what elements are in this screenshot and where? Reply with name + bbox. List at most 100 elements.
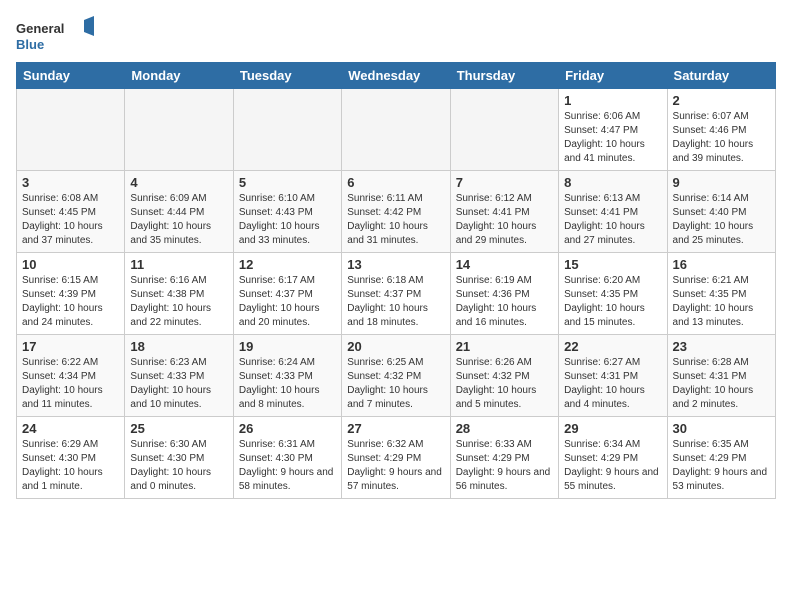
day-number: 8 xyxy=(564,175,661,190)
day-number: 20 xyxy=(347,339,444,354)
svg-text:General: General xyxy=(16,21,64,36)
day-info: Sunrise: 6:12 AM Sunset: 4:41 PM Dayligh… xyxy=(456,192,553,248)
day-info: Sunrise: 6:23 AM Sunset: 4:33 PM Dayligh… xyxy=(130,356,227,412)
weekday-header-wednesday: Wednesday xyxy=(342,63,450,89)
calendar-cell: 21 Sunrise: 6:26 AM Sunset: 4:32 PM Dayli… xyxy=(450,335,558,417)
day-info: Sunrise: 6:27 AM Sunset: 4:31 PM Dayligh… xyxy=(564,356,661,412)
day-number: 1 xyxy=(564,93,661,108)
calendar-cell: 22 Sunrise: 6:27 AM Sunset: 4:31 PM Dayli… xyxy=(559,335,667,417)
day-number: 16 xyxy=(673,257,770,272)
day-info: Sunrise: 6:25 AM Sunset: 4:32 PM Dayligh… xyxy=(347,356,444,412)
weekday-header-tuesday: Tuesday xyxy=(233,63,341,89)
calendar-cell xyxy=(233,89,341,171)
calendar-week-2: 3Sunrise: 6:08 AM Sunset: 4:45 PM Daylig… xyxy=(17,171,776,253)
calendar-cell: 7Sunrise: 6:12 AM Sunset: 4:41 PM Daylig… xyxy=(450,171,558,253)
generalblue-logo: General Blue xyxy=(16,16,96,56)
weekday-header-thursday: Thursday xyxy=(450,63,558,89)
calendar-cell: 28 Sunrise: 6:33 AM Sunset: 4:29 PM Dayli… xyxy=(450,417,558,499)
calendar-cell: 9 Sunrise: 6:14 AM Sunset: 4:40 PM Daylig… xyxy=(667,171,775,253)
calendar-cell: 15 Sunrise: 6:20 AM Sunset: 4:35 PM Dayli… xyxy=(559,253,667,335)
day-number: 15 xyxy=(564,257,661,272)
day-info: Sunrise: 6:24 AM Sunset: 4:33 PM Dayligh… xyxy=(239,356,336,412)
day-info: Sunrise: 6:06 AM Sunset: 4:47 PM Dayligh… xyxy=(564,110,661,166)
calendar-table: SundayMondayTuesdayWednesdayThursdayFrid… xyxy=(16,62,776,499)
day-info: Sunrise: 6:19 AM Sunset: 4:36 PM Dayligh… xyxy=(456,274,553,330)
calendar-cell: 19Sunrise: 6:24 AM Sunset: 4:33 PM Dayli… xyxy=(233,335,341,417)
day-info: Sunrise: 6:31 AM Sunset: 4:30 PM Dayligh… xyxy=(239,438,336,494)
day-number: 27 xyxy=(347,421,444,436)
calendar-cell: 29 Sunrise: 6:34 AM Sunset: 4:29 PM Dayli… xyxy=(559,417,667,499)
day-number: 21 xyxy=(456,339,553,354)
calendar-cell: 13 Sunrise: 6:18 AM Sunset: 4:37 PM Dayli… xyxy=(342,253,450,335)
day-info: Sunrise: 6:22 AM Sunset: 4:34 PM Dayligh… xyxy=(22,356,119,412)
calendar-cell: 24 Sunrise: 6:29 AM Sunset: 4:30 PM Dayli… xyxy=(17,417,125,499)
calendar-cell: 30 Sunrise: 6:35 AM Sunset: 4:29 PM Dayli… xyxy=(667,417,775,499)
calendar-cell: 4 Sunrise: 6:09 AM Sunset: 4:44 PM Daylig… xyxy=(125,171,233,253)
calendar-cell: 25Sunrise: 6:30 AM Sunset: 4:30 PM Dayli… xyxy=(125,417,233,499)
day-number: 23 xyxy=(673,339,770,354)
day-info: Sunrise: 6:16 AM Sunset: 4:38 PM Dayligh… xyxy=(130,274,227,330)
day-number: 13 xyxy=(347,257,444,272)
calendar-header-row: SundayMondayTuesdayWednesdayThursdayFrid… xyxy=(17,63,776,89)
calendar-cell: 20 Sunrise: 6:25 AM Sunset: 4:32 PM Dayli… xyxy=(342,335,450,417)
day-number: 10 xyxy=(22,257,119,272)
day-number: 14 xyxy=(456,257,553,272)
day-info: Sunrise: 6:20 AM Sunset: 4:35 PM Dayligh… xyxy=(564,274,661,330)
day-info: Sunrise: 6:17 AM Sunset: 4:37 PM Dayligh… xyxy=(239,274,336,330)
day-info: Sunrise: 6:26 AM Sunset: 4:32 PM Dayligh… xyxy=(456,356,553,412)
calendar-week-3: 10 Sunrise: 6:15 AM Sunset: 4:39 PM Dayli… xyxy=(17,253,776,335)
day-info: Sunrise: 6:32 AM Sunset: 4:29 PM Dayligh… xyxy=(347,438,444,494)
logo: General Blue xyxy=(16,16,96,56)
weekday-header-monday: Monday xyxy=(125,63,233,89)
day-info: Sunrise: 6:07 AM Sunset: 4:46 PM Dayligh… xyxy=(673,110,770,166)
day-number: 22 xyxy=(564,339,661,354)
day-number: 24 xyxy=(22,421,119,436)
day-number: 29 xyxy=(564,421,661,436)
calendar-cell: 1 Sunrise: 6:06 AM Sunset: 4:47 PM Daylig… xyxy=(559,89,667,171)
calendar-week-5: 24 Sunrise: 6:29 AM Sunset: 4:30 PM Dayli… xyxy=(17,417,776,499)
day-info: Sunrise: 6:18 AM Sunset: 4:37 PM Dayligh… xyxy=(347,274,444,330)
calendar-week-1: 1 Sunrise: 6:06 AM Sunset: 4:47 PM Daylig… xyxy=(17,89,776,171)
calendar-cell: 26 Sunrise: 6:31 AM Sunset: 4:30 PM Dayli… xyxy=(233,417,341,499)
day-number: 9 xyxy=(673,175,770,190)
calendar-cell: 6 Sunrise: 6:11 AM Sunset: 4:42 PM Daylig… xyxy=(342,171,450,253)
day-info: Sunrise: 6:29 AM Sunset: 4:30 PM Dayligh… xyxy=(22,438,119,494)
calendar-cell: 8 Sunrise: 6:13 AM Sunset: 4:41 PM Daylig… xyxy=(559,171,667,253)
day-info: Sunrise: 6:28 AM Sunset: 4:31 PM Dayligh… xyxy=(673,356,770,412)
day-number: 12 xyxy=(239,257,336,272)
calendar-cell: 2 Sunrise: 6:07 AM Sunset: 4:46 PM Daylig… xyxy=(667,89,775,171)
day-number: 6 xyxy=(347,175,444,190)
weekday-header-sunday: Sunday xyxy=(17,63,125,89)
calendar-cell: 17 Sunrise: 6:22 AM Sunset: 4:34 PM Dayli… xyxy=(17,335,125,417)
day-info: Sunrise: 6:30 AM Sunset: 4:30 PM Dayligh… xyxy=(130,438,227,494)
day-number: 2 xyxy=(673,93,770,108)
day-info: Sunrise: 6:15 AM Sunset: 4:39 PM Dayligh… xyxy=(22,274,119,330)
calendar-cell: 11 Sunrise: 6:16 AM Sunset: 4:38 PM Dayli… xyxy=(125,253,233,335)
day-number: 17 xyxy=(22,339,119,354)
calendar-cell: 23 Sunrise: 6:28 AM Sunset: 4:31 PM Dayli… xyxy=(667,335,775,417)
calendar-cell: 3Sunrise: 6:08 AM Sunset: 4:45 PM Daylig… xyxy=(17,171,125,253)
day-number: 4 xyxy=(130,175,227,190)
calendar-cell xyxy=(17,89,125,171)
day-number: 11 xyxy=(130,257,227,272)
weekday-header-friday: Friday xyxy=(559,63,667,89)
calendar-cell: 16 Sunrise: 6:21 AM Sunset: 4:35 PM Dayli… xyxy=(667,253,775,335)
day-info: Sunrise: 6:13 AM Sunset: 4:41 PM Dayligh… xyxy=(564,192,661,248)
calendar-week-4: 17 Sunrise: 6:22 AM Sunset: 4:34 PM Dayli… xyxy=(17,335,776,417)
day-info: Sunrise: 6:21 AM Sunset: 4:35 PM Dayligh… xyxy=(673,274,770,330)
day-info: Sunrise: 6:09 AM Sunset: 4:44 PM Dayligh… xyxy=(130,192,227,248)
day-number: 30 xyxy=(673,421,770,436)
day-info: Sunrise: 6:14 AM Sunset: 4:40 PM Dayligh… xyxy=(673,192,770,248)
day-info: Sunrise: 6:11 AM Sunset: 4:42 PM Dayligh… xyxy=(347,192,444,248)
weekday-header-saturday: Saturday xyxy=(667,63,775,89)
day-info: Sunrise: 6:34 AM Sunset: 4:29 PM Dayligh… xyxy=(564,438,661,494)
day-info: Sunrise: 6:35 AM Sunset: 4:29 PM Dayligh… xyxy=(673,438,770,494)
day-number: 18 xyxy=(130,339,227,354)
day-number: 5 xyxy=(239,175,336,190)
day-info: Sunrise: 6:33 AM Sunset: 4:29 PM Dayligh… xyxy=(456,438,553,494)
calendar-cell: 12 Sunrise: 6:17 AM Sunset: 4:37 PM Dayli… xyxy=(233,253,341,335)
day-info: Sunrise: 6:08 AM Sunset: 4:45 PM Dayligh… xyxy=(22,192,119,248)
day-number: 28 xyxy=(456,421,553,436)
day-number: 26 xyxy=(239,421,336,436)
calendar-cell xyxy=(125,89,233,171)
